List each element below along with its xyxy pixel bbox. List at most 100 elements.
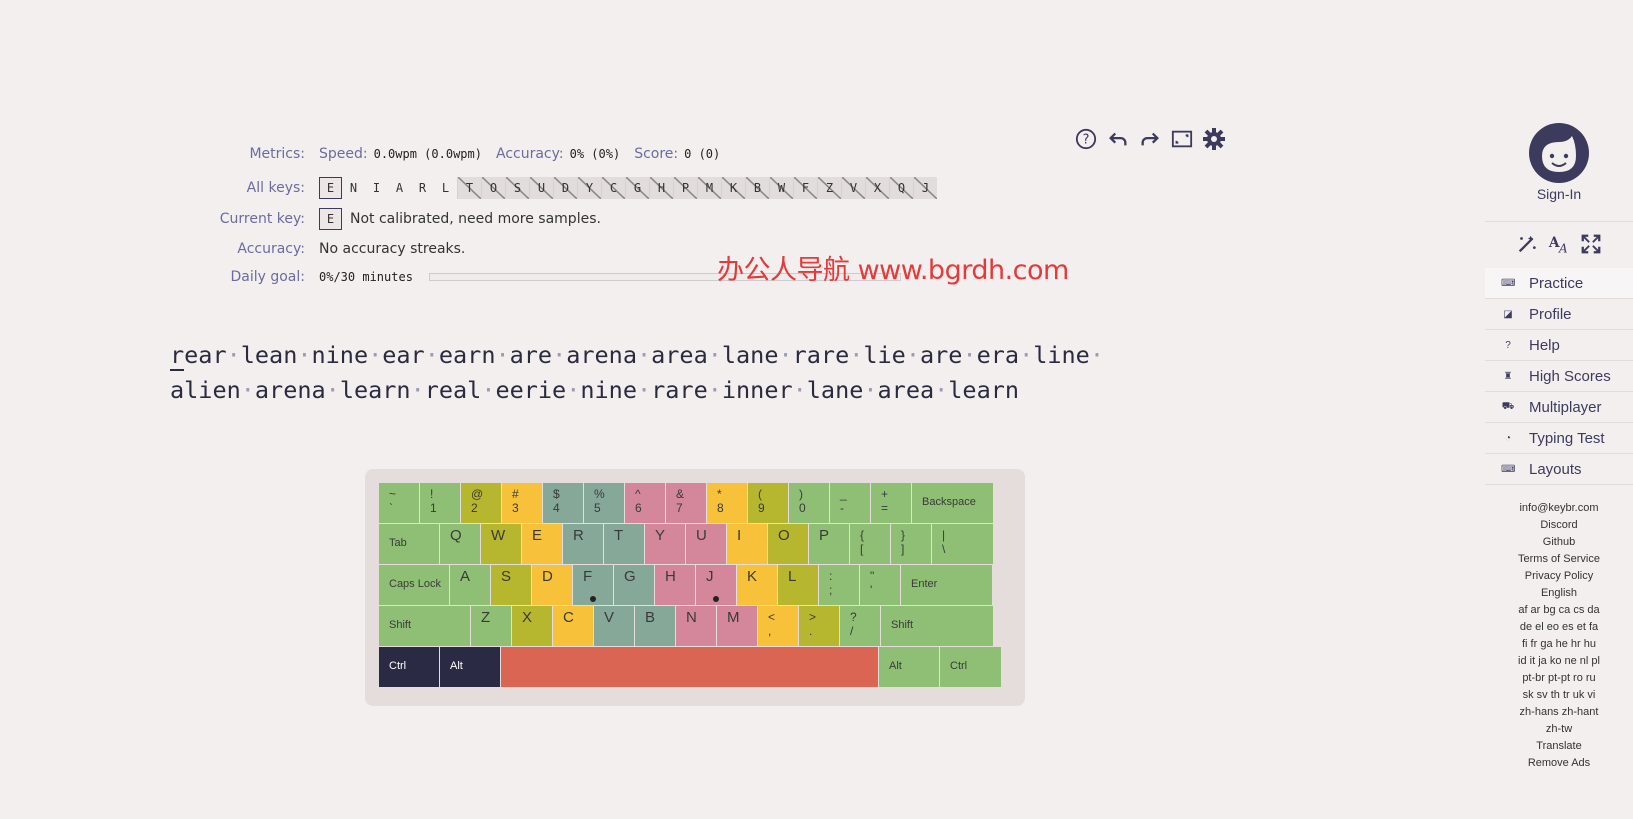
key-4[interactable]: $4 [543, 483, 583, 523]
sidebar-item-high-scores[interactable]: ♜ High Scores [1485, 361, 1633, 392]
key-p[interactable]: P [809, 524, 849, 564]
key-=[interactable]: + = [871, 483, 911, 523]
key-ctrl-right[interactable]: Ctrl [940, 647, 1001, 687]
key-indicator-k[interactable]: K [721, 177, 745, 199]
key-[[interactable]: {[ [850, 524, 890, 564]
key-2[interactable]: @2 [461, 483, 501, 523]
key-indicator-e[interactable]: E [319, 177, 342, 199]
help-icon[interactable]: ? [1073, 126, 1099, 152]
key-m[interactable]: M [717, 606, 757, 646]
key-punct-0[interactable]: <, [758, 606, 798, 646]
key-space[interactable] [501, 647, 878, 687]
key-indicator-i[interactable]: I [365, 177, 388, 199]
sign-in-link[interactable]: Sign-In [1485, 186, 1633, 202]
key-indicator-t[interactable]: T [457, 177, 481, 199]
footer-link[interactable]: English [1485, 585, 1633, 602]
key-q[interactable]: Q [440, 524, 480, 564]
footer-link[interactable]: Github [1485, 534, 1633, 551]
key-indicator-s[interactable]: S [505, 177, 529, 199]
current-key-badge[interactable]: E [319, 208, 342, 230]
key-i[interactable]: I [727, 524, 767, 564]
footer-link[interactable]: af ar bg ca cs da [1485, 602, 1633, 619]
key-indicator-l[interactable]: L [434, 177, 457, 199]
key-enter[interactable]: Enter [901, 565, 992, 605]
avatar[interactable] [1528, 122, 1590, 184]
key-quote-0[interactable]: :; [819, 565, 859, 605]
key-punct-2[interactable]: ? / [840, 606, 880, 646]
key-7[interactable]: & 7 [666, 483, 706, 523]
font-size-icon[interactable]: AA [1547, 232, 1571, 256]
settings-icon[interactable] [1201, 126, 1227, 152]
key-indicator-r[interactable]: R [411, 177, 434, 199]
key-indicator-j[interactable]: J [913, 177, 937, 199]
sidebar-item-practice[interactable]: ⌨ Practice [1485, 268, 1633, 299]
footer-link[interactable]: Discord [1485, 517, 1633, 534]
key-indicator-v[interactable]: V [841, 177, 865, 199]
key-tab[interactable]: Tab [379, 524, 439, 564]
key-indicator-a[interactable]: A [388, 177, 411, 199]
key-indicator-u[interactable]: U [529, 177, 553, 199]
key-6[interactable]: ^ 6 [625, 483, 665, 523]
footer-link[interactable]: pt-br pt-pt ro ru [1485, 670, 1633, 687]
key-][interactable]: }] [891, 524, 931, 564]
theme-toggle-icon[interactable] [1515, 232, 1539, 256]
sidebar-item-layouts[interactable]: ⌨ Layouts [1485, 454, 1633, 485]
footer-link[interactable]: Privacy Policy [1485, 568, 1633, 585]
key--[interactable]: _ - [830, 483, 870, 523]
key-g[interactable]: G [614, 565, 654, 605]
key-v[interactable]: V [594, 606, 634, 646]
footer-link[interactable]: Remove Ads [1485, 755, 1633, 772]
key-indicator-n[interactable]: N [342, 177, 365, 199]
key-caps-lock[interactable]: Caps Lock [379, 565, 449, 605]
key-indicator-y[interactable]: Y [577, 177, 601, 199]
footer-link[interactable]: zh-hans zh-hant [1485, 704, 1633, 721]
key-j[interactable]: J [696, 565, 736, 605]
sidebar-item-multiplayer[interactable]: ⛟ Multiplayer [1485, 392, 1633, 423]
key-r[interactable]: R [563, 524, 603, 564]
key-indicator-o[interactable]: O [481, 177, 505, 199]
key-e[interactable]: E [522, 524, 562, 564]
key-shift-left[interactable]: Shift [379, 606, 470, 646]
key-shift-right[interactable]: Shift [881, 606, 993, 646]
key-backspace[interactable]: Backspace [912, 483, 993, 523]
key-3[interactable]: #3 [502, 483, 542, 523]
key-\[interactable]: | \ [932, 524, 993, 564]
footer-link[interactable]: zh-tw [1485, 721, 1633, 738]
sidebar-item-help[interactable]: ? Help [1485, 330, 1633, 361]
fullscreen-icon[interactable] [1169, 126, 1195, 152]
key-y[interactable]: Y [645, 524, 685, 564]
footer-link[interactable]: Translate [1485, 738, 1633, 755]
key-f[interactable]: F [573, 565, 613, 605]
key-0[interactable]: ) 0 [789, 483, 829, 523]
key-indicator-d[interactable]: D [553, 177, 577, 199]
key-ctrl-left[interactable]: Ctrl [379, 647, 439, 687]
key-indicator-x[interactable]: X [865, 177, 889, 199]
footer-link[interactable]: fi fr ga he hr hu [1485, 636, 1633, 653]
key-u[interactable]: U [686, 524, 726, 564]
key-h[interactable]: H [655, 565, 695, 605]
sidebar-item-profile[interactable]: ◪ Profile [1485, 299, 1633, 330]
key-indicator-z[interactable]: Z [817, 177, 841, 199]
key-8[interactable]: * 8 [707, 483, 747, 523]
key-indicator-b[interactable]: B [745, 177, 769, 199]
footer-link[interactable]: de el eo es et fa [1485, 619, 1633, 636]
footer-link[interactable]: info@keybr.com [1485, 500, 1633, 517]
key-1[interactable]: ! 1 [420, 483, 460, 523]
key-indicator-g[interactable]: G [625, 177, 649, 199]
undo-icon[interactable] [1105, 126, 1131, 152]
key-indicator-c[interactable]: C [601, 177, 625, 199]
key-n[interactable]: N [676, 606, 716, 646]
key-alt-left[interactable]: Alt [440, 647, 500, 687]
key-indicator-f[interactable]: F [793, 177, 817, 199]
key-t[interactable]: T [604, 524, 644, 564]
sidebar-item-typing-test[interactable]: ◔ Typing Test [1485, 423, 1633, 454]
key-o[interactable]: O [768, 524, 808, 564]
key-`[interactable]: ~ ` [379, 483, 419, 523]
key-z[interactable]: Z [471, 606, 511, 646]
key-b[interactable]: B [635, 606, 675, 646]
footer-link[interactable]: id it ja ko ne nl pl [1485, 653, 1633, 670]
key-k[interactable]: K [737, 565, 777, 605]
key-c[interactable]: C [553, 606, 593, 646]
key-punct-1[interactable]: >. [799, 606, 839, 646]
key-alt-right[interactable]: Alt [879, 647, 939, 687]
